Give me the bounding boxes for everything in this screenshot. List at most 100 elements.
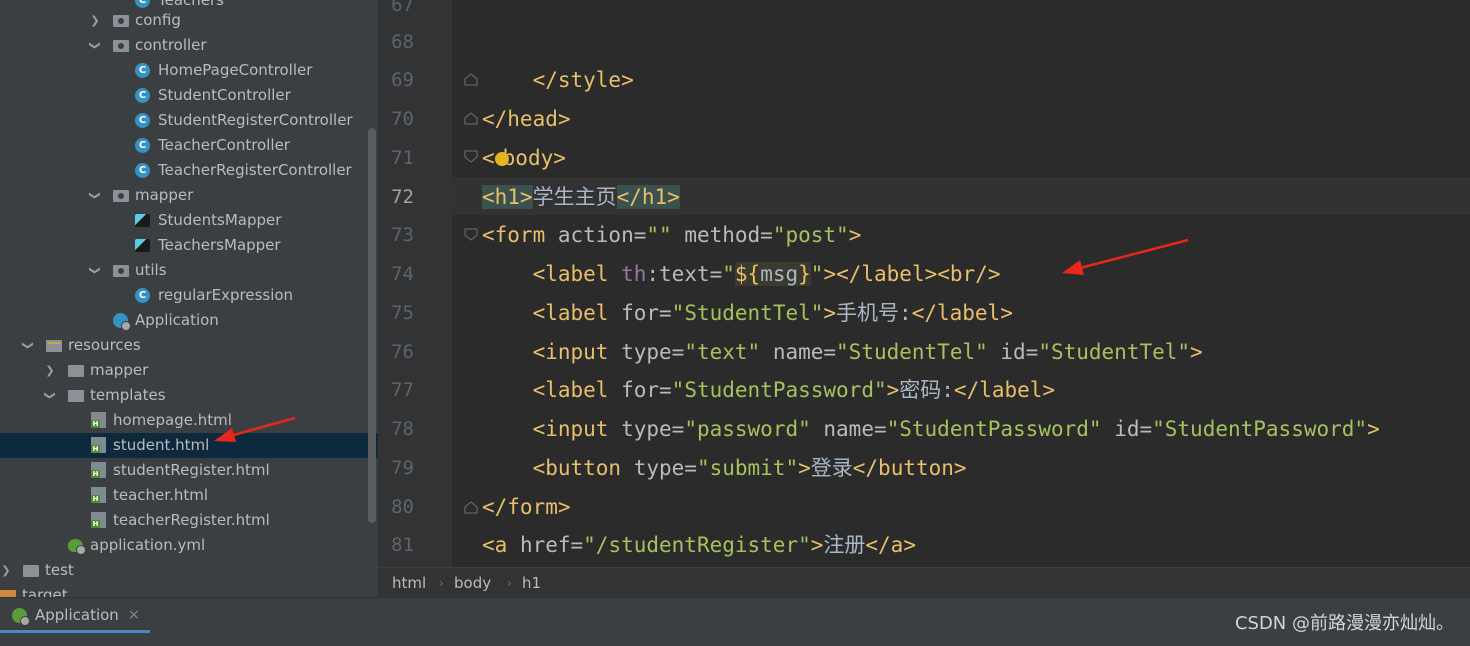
spring-app-icon	[113, 313, 131, 331]
chevron-down-icon[interactable]: ❯	[83, 40, 108, 52]
tree-item-application-yml[interactable]: application.yml	[0, 533, 378, 558]
tree-item-studentsmapper[interactable]: StudentsMapper	[0, 208, 378, 233]
line-number: 78	[391, 418, 414, 440]
line-number: 68	[391, 31, 414, 53]
breadcrumb-item-h1[interactable]: h1	[522, 568, 541, 598]
excluded-folder-icon	[0, 590, 16, 597]
tree-item-studentregister-html[interactable]: studentRegister.html	[0, 458, 378, 483]
project-tree[interactable]: C Teachers ❯ config ❯ controller C HomeP…	[0, 0, 378, 597]
code-line-75[interactable]: <label for="StudentTel">手机号:</label>	[482, 294, 1013, 332]
code-line-70[interactable]: </head>	[482, 100, 571, 138]
breadcrumb-separator-icon: ›	[507, 576, 512, 590]
folder-icon	[23, 565, 39, 577]
run-tool-window-bar: Application × CSDN @前路漫漫亦灿灿。	[0, 597, 1470, 646]
tree-item-config[interactable]: ❯ config	[0, 8, 378, 33]
class-icon: C	[135, 113, 150, 128]
code-line-80[interactable]: </form>	[482, 488, 571, 526]
tree-item-utils[interactable]: ❯ utils	[0, 258, 378, 283]
chevron-right-icon[interactable]: ❯	[44, 358, 56, 383]
yml-file-icon	[68, 539, 86, 555]
fold-end-icon[interactable]	[464, 111, 478, 125]
chevron-down-icon[interactable]: ❯	[83, 265, 108, 277]
package-folder-icon	[113, 15, 129, 27]
tree-item-homepagecontroller[interactable]: C HomePageController	[0, 58, 378, 83]
tree-scrollbar[interactable]	[368, 128, 376, 523]
folder-icon	[68, 365, 84, 377]
line-number: 81	[391, 534, 414, 556]
code-line-81[interactable]: <a href="/studentRegister">注册</a>	[482, 526, 916, 564]
tree-item-teacher-html[interactable]: teacher.html	[0, 483, 378, 508]
run-tab-application[interactable]: Application ×	[0, 598, 150, 633]
html-file-icon	[91, 487, 106, 503]
class-icon: C	[135, 163, 150, 178]
line-number: 70	[391, 108, 414, 130]
resources-folder-icon	[46, 340, 62, 352]
tree-item-regularexpression[interactable]: C regularExpression	[0, 283, 378, 308]
chevron-right-icon[interactable]: ❯	[0, 558, 12, 583]
code-line-78[interactable]: <input type="password" name="StudentPass…	[482, 410, 1380, 448]
line-number: 80	[391, 496, 414, 518]
code-line-71[interactable]: < body>	[482, 139, 566, 177]
html-file-icon	[91, 512, 106, 528]
breadcrumb-separator-icon: ›	[439, 576, 444, 590]
tree-item-teacherregistercontroller[interactable]: C TeacherRegisterController	[0, 158, 378, 183]
line-number: 71	[391, 147, 414, 169]
line-number: 77	[391, 379, 414, 401]
tree-item-mapper-package[interactable]: ❯ mapper	[0, 183, 378, 208]
chevron-down-icon[interactable]: ❯	[16, 340, 41, 352]
close-icon[interactable]: ×	[128, 598, 140, 632]
line-number: 73	[391, 224, 414, 246]
tree-item-teachersmapper[interactable]: TeachersMapper	[0, 233, 378, 258]
class-icon: C	[135, 0, 150, 8]
code-line-77[interactable]: <label for="StudentPassword">密码:</label>	[482, 371, 1056, 409]
package-folder-icon	[113, 190, 129, 202]
tree-item-controller[interactable]: ❯ controller	[0, 33, 378, 58]
lightbulb-icon[interactable]	[494, 152, 509, 166]
fold-start-icon[interactable]	[464, 228, 478, 242]
tree-item-student-html[interactable]: student.html	[0, 433, 378, 458]
class-icon: C	[135, 288, 150, 303]
tree-item-homepage-html[interactable]: homepage.html	[0, 408, 378, 433]
line-number: 75	[391, 302, 414, 324]
code-line-76[interactable]: <input type="text" name="StudentTel" id=…	[482, 333, 1203, 371]
tree-item-studentregistercontroller[interactable]: C StudentRegisterController	[0, 108, 378, 133]
watermark-text: CSDN @前路漫漫亦灿灿。	[1234, 613, 1454, 634]
line-number: 79	[391, 457, 414, 479]
breadcrumb-item-body[interactable]: body	[454, 568, 491, 598]
class-icon: C	[135, 63, 150, 78]
code-line-79[interactable]: <button type="submit">登录</button>	[482, 449, 967, 487]
fold-end-icon[interactable]	[464, 72, 478, 86]
package-folder-icon	[113, 265, 129, 277]
html-file-icon	[91, 462, 106, 478]
breadcrumb-item-html[interactable]: html	[392, 568, 426, 598]
line-number-current: 72	[391, 186, 414, 208]
chevron-right-icon[interactable]: ❯	[89, 8, 101, 33]
tree-item-mapper-folder[interactable]: ❯ mapper	[0, 358, 378, 383]
code-line-74[interactable]: <label th:text="${msg}"></label><br/>	[482, 255, 1000, 293]
fold-start-icon[interactable]	[464, 150, 478, 164]
tree-item-resources[interactable]: ❯ resources	[0, 333, 378, 358]
mapper-icon	[135, 239, 150, 252]
package-folder-icon	[113, 40, 129, 52]
code-line-72[interactable]: <h1>学生主页</h1>	[482, 178, 680, 216]
html-file-icon	[91, 412, 106, 428]
tree-item-studentcontroller[interactable]: C StudentController	[0, 83, 378, 108]
breadcrumb: html › body › h1	[378, 567, 1470, 598]
code-line-69[interactable]: </style>	[482, 61, 634, 99]
tree-item-target[interactable]: target	[0, 583, 378, 597]
tree-item-teachercontroller[interactable]: C TeacherController	[0, 133, 378, 158]
mapper-icon	[135, 214, 150, 227]
fold-end-icon[interactable]	[464, 500, 478, 514]
line-number: 74	[391, 263, 414, 285]
chevron-down-icon[interactable]: ❯	[83, 190, 108, 202]
code-editor[interactable]: 67 68 69 70 71 72 73 74 75 76 77 78 79 8…	[378, 0, 1470, 567]
tree-item-teacherregister-html[interactable]: teacherRegister.html	[0, 508, 378, 533]
chevron-down-icon[interactable]: ❯	[38, 390, 63, 402]
tree-item-application[interactable]: Application	[0, 308, 378, 333]
class-icon: C	[135, 138, 150, 153]
tree-item-test[interactable]: ❯ test	[0, 558, 378, 583]
line-number: 69	[391, 69, 414, 91]
code-line-73[interactable]: <form action="" method="post">	[482, 216, 861, 254]
tree-item-templates[interactable]: ❯ templates	[0, 383, 378, 408]
line-number: 67	[391, 0, 414, 16]
